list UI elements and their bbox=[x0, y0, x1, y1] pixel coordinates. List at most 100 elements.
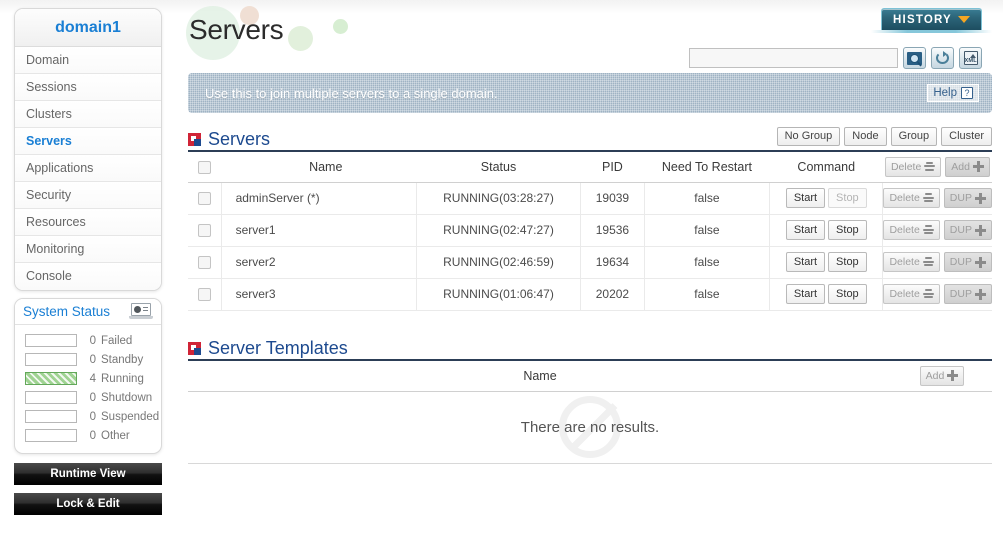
plus-icon bbox=[972, 161, 984, 173]
dup-row-label: DUP bbox=[949, 224, 972, 236]
stop-button[interactable]: Stop bbox=[828, 252, 867, 272]
dup-row-button[interactable]: DUP bbox=[943, 252, 992, 272]
table-row[interactable]: server2 RUNNING(02:46:59) 19634 false St… bbox=[188, 246, 992, 279]
cell-status: RUNNING(01:06:47) bbox=[416, 278, 582, 311]
system-status-header[interactable]: System Status bbox=[15, 299, 161, 325]
cell-status: RUNNING(02:46:59) bbox=[416, 246, 582, 279]
stop-button[interactable]: Stop bbox=[828, 284, 867, 304]
cell-pid: 19536 bbox=[580, 214, 645, 247]
start-button[interactable]: Start bbox=[785, 220, 826, 240]
history-button[interactable]: HISTORY bbox=[881, 8, 982, 30]
filter-cluster-button[interactable]: Cluster bbox=[941, 127, 992, 146]
plus-icon bbox=[974, 288, 986, 300]
status-count: 0 bbox=[89, 353, 96, 366]
status-row-suspended: 0 Suspended bbox=[15, 407, 161, 426]
help-button[interactable]: Help ? bbox=[927, 84, 979, 102]
server-templates-title: Server Templates bbox=[208, 338, 348, 358]
delete-row-label: Delete bbox=[889, 192, 920, 204]
status-count: 0 bbox=[89, 334, 96, 347]
delete-all-label: Delete bbox=[890, 160, 922, 173]
refresh-button[interactable] bbox=[931, 47, 954, 69]
dup-row-button[interactable]: DUP bbox=[943, 220, 992, 240]
start-button[interactable]: Start bbox=[785, 188, 826, 208]
sidebar-item-servers[interactable]: Servers bbox=[15, 128, 161, 155]
status-count: 4 bbox=[89, 372, 96, 385]
plus-icon bbox=[974, 192, 986, 204]
status-bar bbox=[25, 410, 77, 423]
sidebar-item-resources[interactable]: Resources bbox=[15, 209, 161, 236]
status-bar bbox=[25, 372, 77, 385]
cell-pid: 19634 bbox=[580, 246, 645, 279]
select-all-checkbox[interactable] bbox=[198, 160, 212, 174]
status-row-shutdown: 0 Shutdown bbox=[15, 388, 161, 407]
domain-title: domain1 bbox=[15, 9, 161, 47]
help-button-label: Help bbox=[933, 87, 957, 99]
status-bar bbox=[25, 353, 77, 366]
xml-export-button[interactable]: XML bbox=[959, 47, 982, 69]
column-header-actions: Delete Add bbox=[882, 152, 992, 183]
delete-row-label: Delete bbox=[889, 256, 920, 268]
search-input[interactable] bbox=[689, 48, 898, 68]
chevron-down-icon bbox=[957, 16, 970, 23]
lock-and-edit-button[interactable]: Lock & Edit bbox=[14, 493, 162, 515]
status-label: Standby bbox=[101, 353, 144, 366]
sidebar-item-clusters[interactable]: Clusters bbox=[15, 101, 161, 128]
stop-button[interactable]: Stop bbox=[828, 220, 867, 240]
cell-pid: 19039 bbox=[580, 182, 645, 215]
plus-icon bbox=[947, 370, 959, 382]
start-button[interactable]: Start bbox=[785, 252, 826, 272]
add-server-button[interactable]: Add bbox=[945, 156, 990, 177]
history-underline bbox=[871, 30, 992, 33]
row-select-cell bbox=[188, 246, 222, 279]
dup-row-button[interactable]: DUP bbox=[943, 188, 992, 208]
question-mark-icon: ? bbox=[961, 87, 973, 99]
templates-table-head: Name Add bbox=[188, 361, 992, 392]
row-checkbox[interactable] bbox=[197, 224, 211, 238]
delete-row-button[interactable]: Delete bbox=[883, 252, 940, 272]
search-toolbar: XML bbox=[689, 47, 982, 69]
stack-icon bbox=[922, 225, 934, 235]
table-row[interactable]: server3 RUNNING(01:06:47) 20202 false St… bbox=[188, 278, 992, 311]
refresh-icon bbox=[935, 50, 950, 65]
cell-command: Start Stop bbox=[769, 278, 884, 311]
plus-icon bbox=[974, 256, 986, 268]
cell-command: Start Stop bbox=[769, 182, 884, 215]
search-icon bbox=[907, 51, 922, 65]
status-label: Other bbox=[101, 429, 130, 442]
sidebar-item-applications[interactable]: Applications bbox=[15, 155, 161, 182]
status-row-other: 0 Other bbox=[15, 426, 161, 445]
start-button[interactable]: Start bbox=[785, 284, 826, 304]
delete-row-button[interactable]: Delete bbox=[883, 188, 940, 208]
row-checkbox[interactable] bbox=[197, 288, 211, 302]
row-checkbox[interactable] bbox=[197, 192, 211, 206]
sidebar-item-security[interactable]: Security bbox=[15, 182, 161, 209]
table-row[interactable]: server1 RUNNING(02:47:27) 19536 false St… bbox=[188, 214, 992, 247]
filter-no-group-button[interactable]: No Group bbox=[776, 127, 841, 146]
filter-node-button[interactable]: Node bbox=[844, 127, 887, 146]
row-checkbox[interactable] bbox=[197, 256, 211, 270]
search-button[interactable] bbox=[903, 47, 926, 69]
stack-icon bbox=[922, 257, 934, 267]
delete-all-button[interactable]: Delete bbox=[884, 156, 942, 177]
servers-table: Name Status PID Need To Restart Command … bbox=[188, 152, 992, 311]
sidebar-item-monitoring[interactable]: Monitoring bbox=[15, 236, 161, 263]
delete-row-button[interactable]: Delete bbox=[883, 284, 940, 304]
filter-group-button[interactable]: Group bbox=[890, 127, 938, 146]
table-row[interactable]: adminServer (*) RUNNING(03:28:27) 19039 … bbox=[188, 182, 992, 215]
status-row-running: 4 Running bbox=[15, 369, 161, 388]
delete-row-button[interactable]: Delete bbox=[883, 220, 940, 240]
status-label: Running bbox=[101, 372, 144, 385]
dup-row-button[interactable]: DUP bbox=[943, 284, 992, 304]
cell-actions: Delete DUP bbox=[882, 246, 992, 279]
dup-row-label: DUP bbox=[949, 192, 972, 204]
status-bar bbox=[25, 429, 77, 442]
sidebar-item-domain[interactable]: Domain bbox=[15, 47, 161, 74]
add-server-label: Add bbox=[951, 160, 970, 173]
stop-button[interactable]: Stop bbox=[828, 188, 867, 208]
row-select-cell bbox=[188, 182, 222, 215]
sidebar-item-sessions[interactable]: Sessions bbox=[15, 74, 161, 101]
column-header-pid: PID bbox=[580, 152, 645, 183]
runtime-view-button[interactable]: Runtime View bbox=[14, 463, 162, 485]
sidebar-item-console[interactable]: Console bbox=[15, 263, 161, 290]
add-template-button[interactable]: Add bbox=[919, 365, 965, 386]
